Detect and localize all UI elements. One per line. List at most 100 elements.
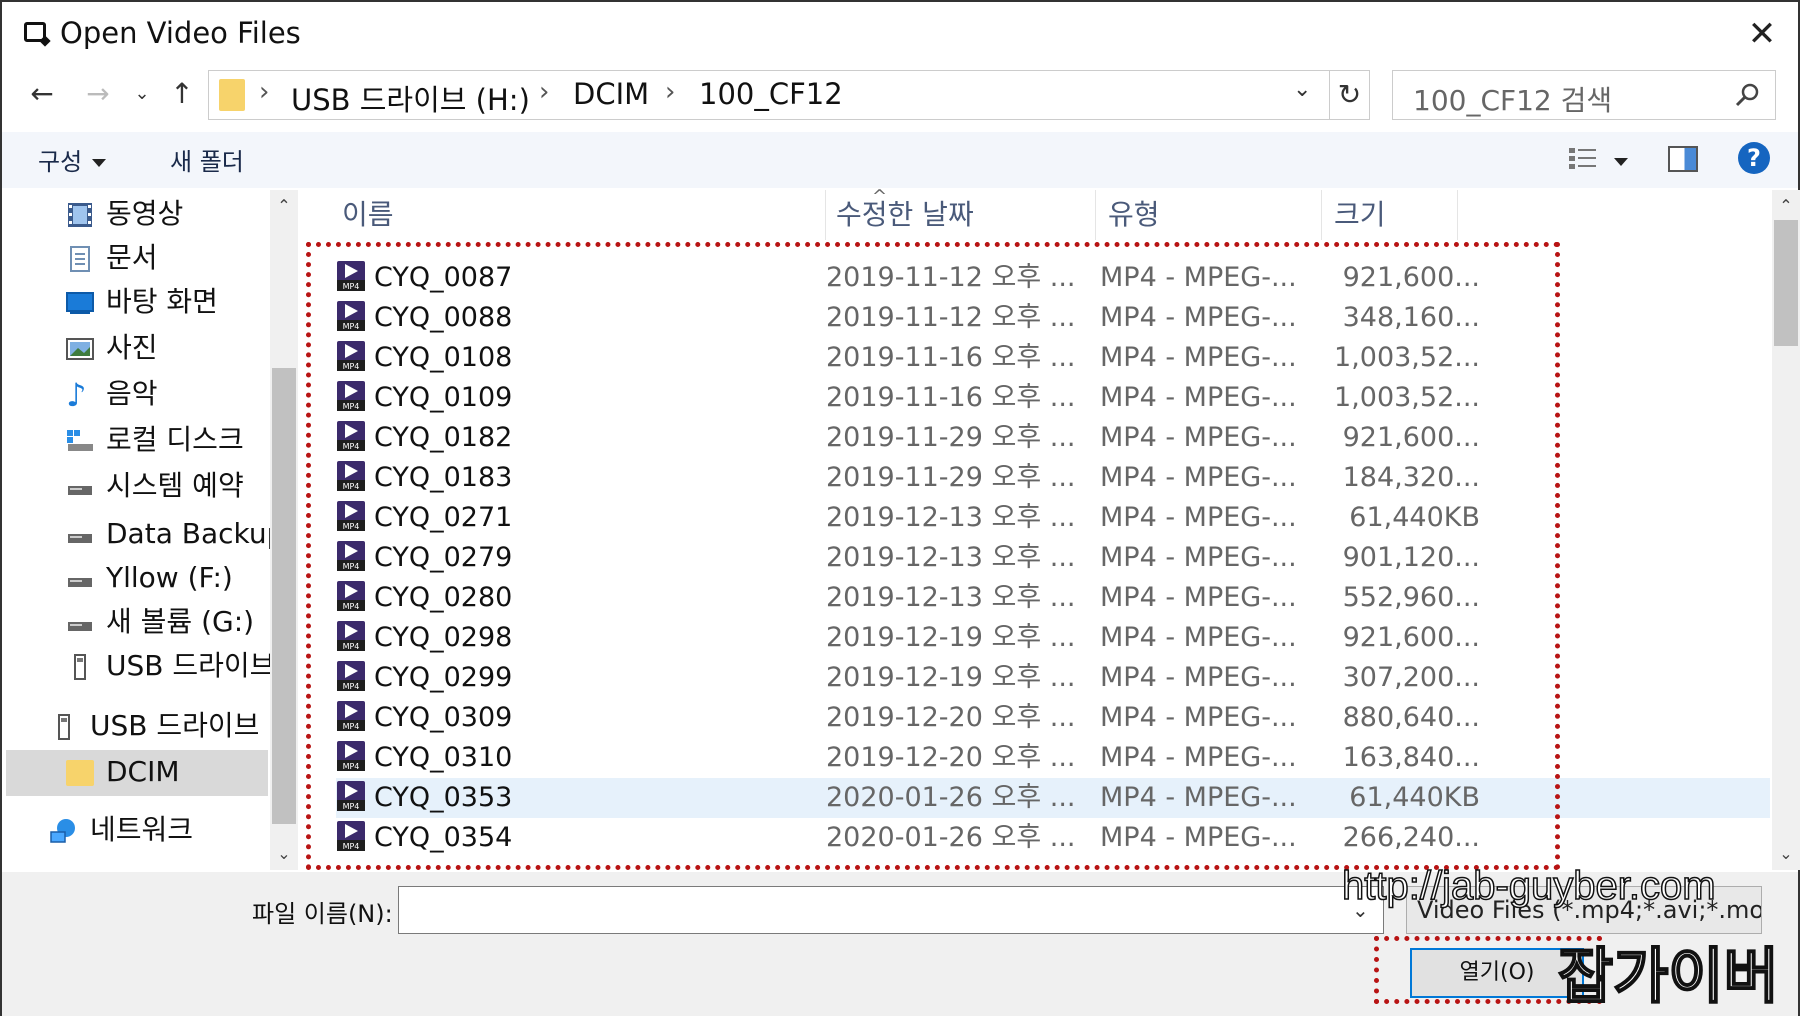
file-date-cell: 2019-11-29 오후 ... [826, 422, 1076, 453]
scroll-up-arrow-icon[interactable]: ⌃ [1772, 192, 1800, 220]
up-arrow-icon[interactable]: ↑ [164, 74, 200, 114]
file-type-cell: MP4 - MPEG-... [1100, 822, 1297, 853]
nav-item-usb-drive-root[interactable]: USB 드라이브 [50, 704, 259, 748]
nav-label: DCIM [106, 755, 180, 788]
file-name-cell: MP4 CYQ_0310 [336, 738, 816, 778]
usb-drive-icon [74, 654, 86, 680]
column-header-date[interactable]: 수정한 날짜 [826, 190, 1096, 240]
file-name: CYQ_0271 [374, 502, 513, 533]
file-name: CYQ_0298 [374, 622, 513, 653]
file-type-cell: MP4 - MPEG-... [1100, 582, 1297, 613]
recent-locations-chevron-icon[interactable]: ⌄ [130, 74, 154, 114]
breadcrumb-separator-icon[interactable]: › [259, 77, 269, 107]
file-name: CYQ_0279 [374, 542, 513, 573]
file-row[interactable]: MP4 CYQ_0108 2019-11-16 오후 ... MP4 - MPEG-.… [336, 338, 1770, 378]
scroll-down-arrow-icon[interactable]: ⌄ [1772, 840, 1800, 868]
nav-item-music[interactable]: ♪ 음악 [66, 372, 158, 416]
column-header-type[interactable]: 유형 [1096, 190, 1322, 240]
nav-item-system-reserved[interactable]: 시스템 예약 [66, 464, 244, 508]
title-bar: Open Video Files ✕ [2, 2, 1798, 66]
file-type-cell: MP4 - MPEG-... [1100, 502, 1297, 533]
local-disk-icon [67, 430, 93, 451]
svg-text:MP4: MP4 [343, 562, 360, 571]
column-header-size[interactable]: 크기 [1322, 190, 1458, 240]
breadcrumb-separator-icon[interactable]: › [665, 77, 675, 107]
view-options-caret-icon[interactable] [1614, 158, 1628, 166]
file-name: CYQ_0109 [374, 382, 513, 413]
column-header-name[interactable]: 이름 [302, 190, 826, 240]
network-icon [50, 819, 75, 843]
file-date-cell: 2019-11-29 오후 ... [826, 462, 1076, 493]
file-row[interactable]: MP4 CYQ_0182 2019-11-29 오후 ... MP4 - MPEG-.… [336, 418, 1770, 458]
nav-item-data-backup[interactable]: Data Backup [66, 512, 284, 556]
nav-pane-scrollbar[interactable]: ⌃ ⌄ [270, 190, 298, 870]
mp4-file-icon: MP4 [337, 780, 365, 811]
nav-item-dcim[interactable]: DCIM [66, 750, 180, 794]
view-options-icon[interactable] [1568, 146, 1598, 172]
drive-icon [68, 622, 92, 631]
refresh-icon[interactable]: ↻ [1329, 71, 1369, 119]
nav-item-documents[interactable]: 문서 [66, 236, 158, 280]
search-icon[interactable] [1733, 81, 1761, 109]
nav-item-new-volume-g[interactable]: 새 볼륨 (G:) [66, 600, 254, 644]
forward-arrow-icon[interactable]: → [80, 74, 116, 114]
nav-item-yllow-f[interactable]: Yllow (F:) [66, 556, 233, 600]
preview-pane-icon[interactable] [1668, 146, 1698, 172]
breadcrumb-separator-icon[interactable]: › [539, 77, 549, 107]
file-row[interactable]: MP4 CYQ_0280 2019-12-13 오후 ... MP4 - MPEG-.… [336, 578, 1770, 618]
desktop-icon [66, 292, 94, 314]
close-button[interactable]: ✕ [1740, 12, 1784, 56]
file-row[interactable]: MP4 CYQ_0088 2019-11-12 오후 ... MP4 - MPEG-.… [336, 298, 1770, 338]
file-name: CYQ_0088 [374, 302, 513, 333]
watermark-url: http://jab-guyber.com [1341, 863, 1716, 909]
file-row[interactable]: MP4 CYQ_0354 2020-01-26 오후 ... MP4 - MPEG-.… [336, 818, 1770, 858]
file-row[interactable]: MP4 CYQ_0298 2019-12-19 오후 ... MP4 - MPEG-.… [336, 618, 1770, 658]
window-title: Open Video Files [60, 16, 301, 50]
svg-text:MP4: MP4 [343, 682, 360, 691]
file-list-scrollbar-thumb[interactable] [1774, 220, 1798, 346]
file-row[interactable]: MP4 CYQ_0353 2020-01-26 오후 ... MP4 - MPEG-.… [336, 778, 1770, 818]
svg-text:MP4: MP4 [343, 282, 360, 291]
nav-scrollbar-thumb[interactable] [272, 368, 296, 824]
svg-text:MP4: MP4 [343, 762, 360, 771]
mp4-file-icon: MP4 [337, 540, 365, 571]
nav-label: USB 드라이브 [90, 709, 260, 742]
file-row[interactable]: MP4 CYQ_0271 2019-12-13 오후 ... MP4 - MPEG-.… [336, 498, 1770, 538]
file-row[interactable]: MP4 CYQ_0310 2019-12-20 오후 ... MP4 - MPEG-.… [336, 738, 1770, 778]
file-row[interactable]: MP4 CYQ_0279 2019-12-13 오후 ... MP4 - MPEG-.… [336, 538, 1770, 578]
breadcrumb-usb-drive[interactable]: USB 드라이브 (H:) [291, 77, 530, 119]
file-size-cell: 921,600... [1342, 422, 1480, 453]
file-name: CYQ_0183 [374, 462, 513, 493]
nav-item-videos[interactable]: 동영상 [66, 192, 183, 236]
new-folder-button[interactable]: 새 폴더 [170, 142, 244, 177]
help-icon[interactable]: ? [1738, 142, 1770, 174]
back-arrow-icon[interactable]: ← [24, 74, 60, 114]
file-size-cell: 921,600... [1342, 262, 1480, 293]
scroll-down-arrow-icon[interactable]: ⌄ [270, 840, 298, 868]
file-date-cell: 2019-12-19 오후 ... [826, 662, 1076, 693]
file-list-scrollbar[interactable]: ⌃ ⌄ [1772, 190, 1800, 870]
scroll-up-arrow-icon[interactable]: ⌃ [270, 192, 298, 220]
file-size-cell: 1,003,52... [1334, 342, 1480, 373]
nav-item-local-disk[interactable]: 로컬 디스크 [66, 418, 244, 462]
file-row[interactable]: MP4 CYQ_0183 2019-11-29 오후 ... MP4 - MPEG-.… [336, 458, 1770, 498]
nav-item-network[interactable]: 네트워크 [50, 808, 193, 852]
search-box[interactable]: 100_CF12 검색 [1392, 70, 1776, 120]
file-date-cell: 2020-01-26 오후 ... [826, 822, 1076, 853]
address-dropdown-chevron-icon[interactable]: ⌄ [1293, 77, 1311, 102]
file-row[interactable]: MP4 CYQ_0299 2019-12-19 오후 ... MP4 - MPEG-.… [336, 658, 1770, 698]
breadcrumb-100-cf12[interactable]: 100_CF12 [699, 77, 843, 111]
filename-input[interactable] [398, 886, 1384, 934]
file-name-cell: MP4 CYQ_0183 [336, 458, 816, 498]
nav-item-usb-drive[interactable]: USB 드라이브 [66, 644, 275, 688]
svg-text:MP4: MP4 [343, 402, 360, 411]
organize-menu-button[interactable]: 구성 [38, 142, 107, 177]
file-row[interactable]: MP4 CYQ_0087 2019-11-12 오후 ... MP4 - MPEG-.… [336, 258, 1770, 298]
file-row[interactable]: MP4 CYQ_0109 2019-11-16 오후 ... MP4 - MPEG-.… [336, 378, 1770, 418]
nav-item-desktop[interactable]: 바탕 화면 [66, 280, 218, 324]
address-bar[interactable]: › USB 드라이브 (H:) › DCIM › 100_CF12 ⌄ ↻ [208, 70, 1370, 120]
file-row[interactable]: MP4 CYQ_0309 2019-12-20 오후 ... MP4 - MPEG-.… [336, 698, 1770, 738]
nav-item-pictures[interactable]: 사진 [66, 326, 158, 370]
picture-icon [66, 338, 94, 360]
breadcrumb-dcim[interactable]: DCIM [573, 77, 649, 111]
